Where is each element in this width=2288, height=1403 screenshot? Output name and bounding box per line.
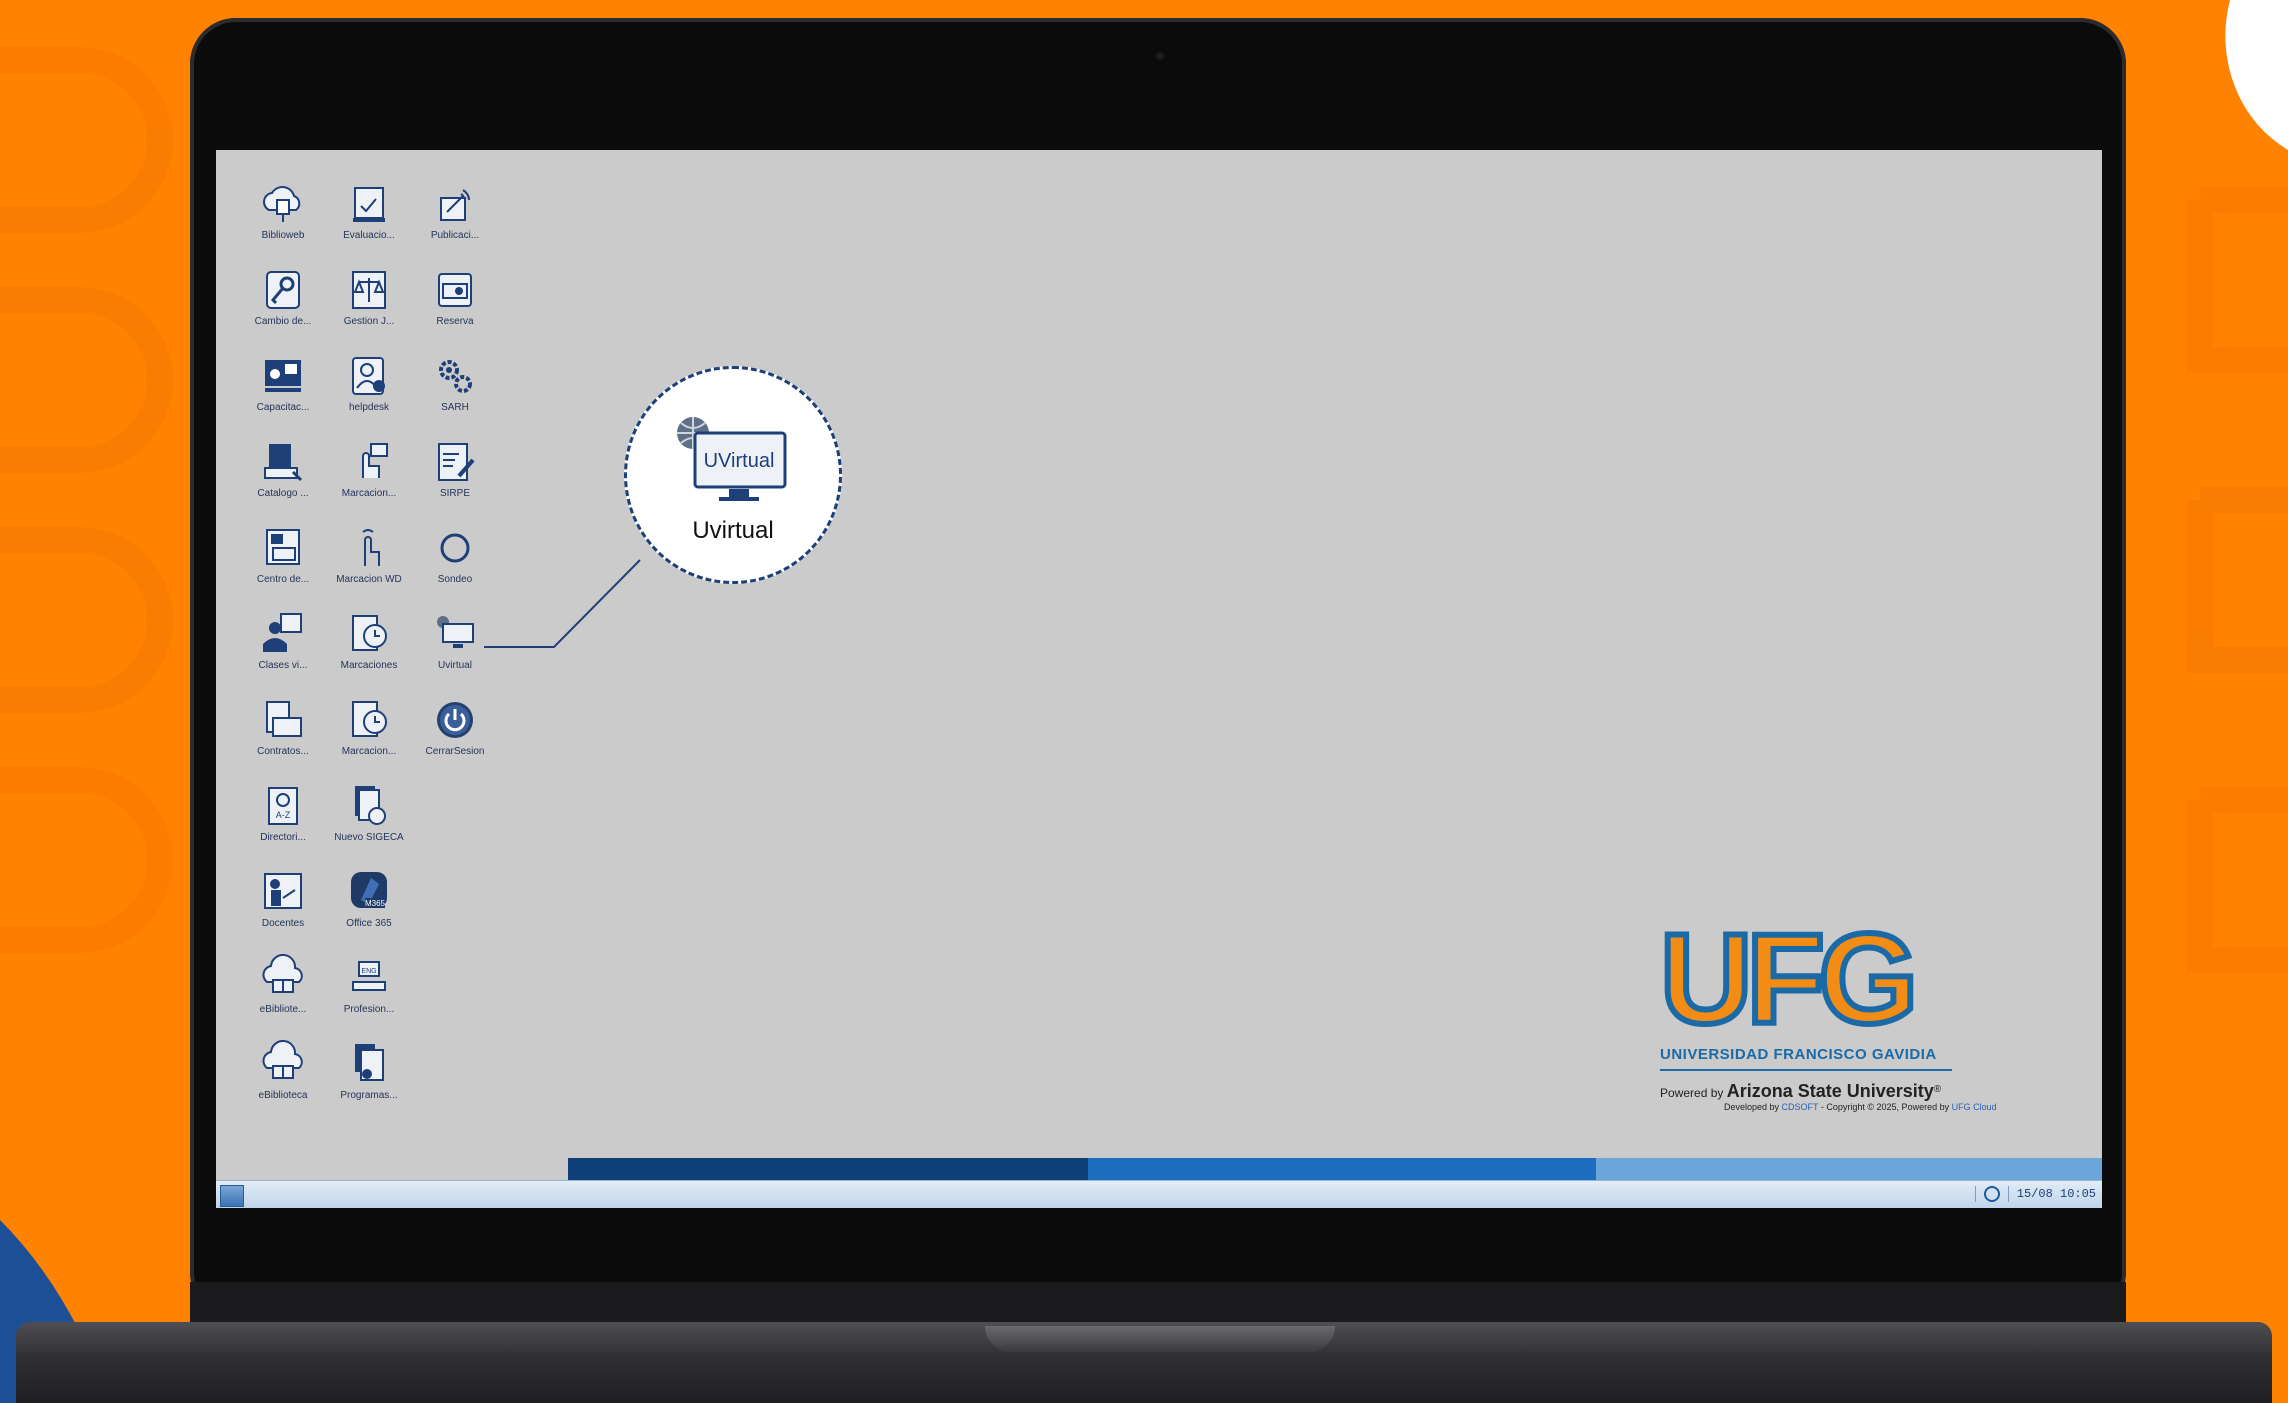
uvirtual-large-icon: UVirtual	[677, 417, 787, 501]
taskbar-clock[interactable]: 15/08 10:05	[2017, 1187, 2096, 1201]
teacher-icon	[264, 873, 302, 909]
desktop-icon-contratos[interactable]: Contratos...	[240, 696, 326, 780]
tray-separator	[2007, 1186, 2009, 1202]
uvirtual-screen-text: UVirtual	[704, 450, 775, 472]
ebook-icon	[262, 1040, 303, 1079]
directory-icon: A-Z	[268, 787, 298, 825]
taskbar: 15/08 10:05	[216, 1180, 2102, 1208]
svg-text:ENG: ENG	[361, 968, 376, 975]
office-icon: M365	[351, 872, 387, 908]
dev-cloud[interactable]: UFG Cloud	[1952, 1102, 1997, 1112]
icon-label: Contratos...	[257, 746, 309, 757]
ufg-letters: UFG	[1657, 908, 1921, 1051]
desktop-icon-directorio[interactable]: A-Z Directori...	[240, 782, 326, 866]
stripe-mid	[1088, 1158, 1596, 1180]
desktop-icon-docentes[interactable]: Docentes	[240, 868, 326, 952]
dev-middle: - Copyright © 2025, Powered by	[1818, 1102, 1952, 1112]
powered-prefix: Powered by	[1660, 1086, 1727, 1100]
stripe-light	[1596, 1158, 2102, 1180]
ebook-icon	[262, 954, 303, 993]
keyboard-eng-icon: ENG	[352, 961, 386, 991]
contracts-icon	[266, 701, 302, 737]
system-tray: 15/08 10:05	[1974, 1186, 2096, 1202]
icon-label: Programas...	[340, 1090, 398, 1101]
tray-separator	[1974, 1186, 1976, 1202]
icon-label: Nuevo SIGECA	[334, 832, 404, 843]
developer-credit: Developed by CDSOFT - Copyright © 2025, …	[1724, 1102, 2100, 1112]
icon-label: eBiblioteca	[258, 1090, 308, 1101]
icon-label: eBibliote...	[259, 1004, 307, 1015]
icon-label: Docentes	[261, 918, 305, 929]
dev-prefix: Developed by	[1724, 1102, 1782, 1112]
stripe-dark	[568, 1158, 1088, 1180]
clock-icon[interactable]	[1983, 1186, 2000, 1202]
laptop-notch	[985, 1326, 1335, 1352]
uvirtual-callout: UVirtual Uvirtual	[624, 366, 842, 584]
desktop-icon-ebiblioteca-1[interactable]: eBibliote...	[240, 954, 326, 1038]
power-icon	[437, 702, 473, 738]
desktop-icon-ebiblioteca-2[interactable]: eBiblioteca	[240, 1040, 326, 1124]
desktop-icon-nuevo-sigeca[interactable]: Nuevo SIGECA	[326, 782, 412, 866]
svg-text:A-Z: A-Z	[276, 810, 291, 820]
desktop-icon-cerrar-sesion[interactable]: CerrarSesion	[412, 696, 498, 780]
files-clock-icon	[355, 786, 386, 825]
programs-icon	[355, 1044, 384, 1081]
svg-text:M365: M365	[365, 899, 386, 908]
icon-label: Marcacion...	[341, 746, 397, 757]
desktop-screen: Biblioweb Evaluacio... Publicaci... Camb…	[216, 150, 2102, 1208]
icon-label: Office 365	[346, 918, 392, 929]
icon-label: Directori...	[260, 832, 306, 843]
clock-list-icon	[352, 701, 387, 737]
desktop-icon-profesional[interactable]: ENG Profesion...	[326, 954, 412, 1038]
desktop-icon-programas[interactable]: Programas...	[326, 1040, 412, 1124]
powered-name: Arizona State University	[1726, 1081, 1934, 1101]
desktop-icon-office365[interactable]: M365 Office 365	[326, 868, 412, 952]
start-button[interactable]	[220, 1185, 244, 1207]
icon-label: Profesion...	[343, 1004, 395, 1015]
desktop-icon-marcacion-2[interactable]: Marcacion...	[326, 696, 412, 780]
icon-label: CerrarSesion	[425, 746, 485, 757]
registered-mark: ®	[1933, 1084, 1942, 1095]
powered-by: Powered by Arizona State University®	[1660, 1081, 2100, 1102]
dev-company[interactable]: CDSOFT	[1782, 1102, 1819, 1112]
ufg-subtitle: UNIVERSIDAD FRANCISCO GAVIDIA	[1660, 1046, 1952, 1071]
callout-label: Uvirtual	[692, 517, 774, 544]
camera-dot	[1156, 52, 1164, 60]
ufg-logo: UFG UNIVERSIDAD FRANCISCO GAVIDIA Powere…	[1657, 908, 2100, 1113]
corner-white-shape	[2225, 0, 2288, 150]
